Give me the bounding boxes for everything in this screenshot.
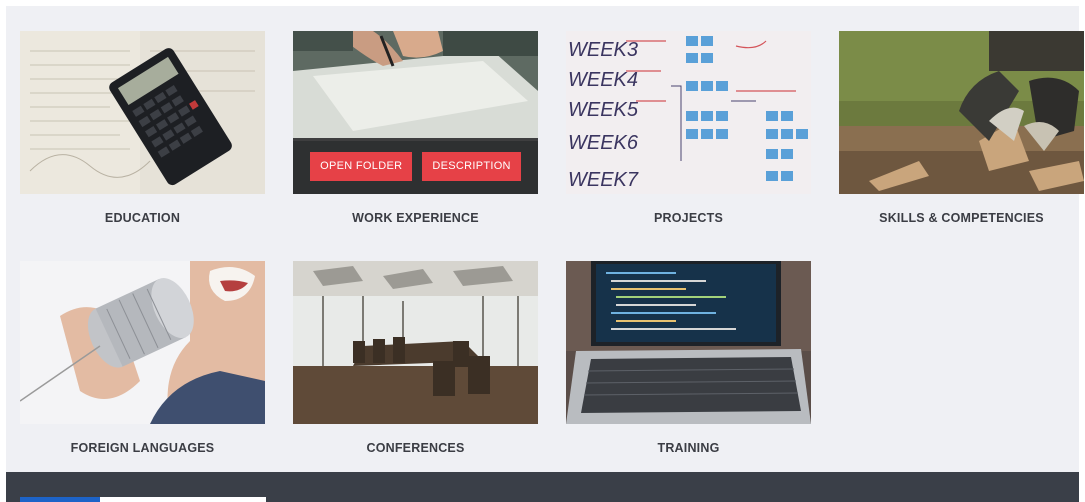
whiteboard-line: WEEK7 xyxy=(568,169,639,191)
card-caption: PROJECTS xyxy=(654,211,723,225)
card-caption: WORK EXPERIENCE xyxy=(352,211,479,225)
whiteboard-line: WEEK6 xyxy=(568,132,639,154)
card-education[interactable]: EDUCATION xyxy=(20,31,265,225)
card-work-experience[interactable]: OPEN FOLDER DESCRIPTION WORK EXPERIENCE xyxy=(293,31,538,225)
card-projects[interactable]: WEEK3 WEEK4 WEEK5 WEEK6 WEEK7 PROJECTS xyxy=(566,31,811,225)
whiteboard-line: WEEK4 xyxy=(568,69,638,91)
gloved-hands-image[interactable] xyxy=(839,31,1084,194)
card-caption: TRAINING xyxy=(657,441,720,455)
card-caption: SKILLS & COMPETENCIES xyxy=(879,211,1044,225)
portfolio-grid: EDUCATION OPEN FOLDER DESCRIPTION WORK E… xyxy=(6,6,1084,472)
card-caption: FOREIGN LANGUAGES xyxy=(70,441,215,455)
footer-tab-active[interactable] xyxy=(20,497,100,502)
tin-can-phone-image[interactable] xyxy=(20,261,265,424)
whiteboard-line: WEEK5 xyxy=(568,99,639,121)
card-caption: CONFERENCES xyxy=(366,441,465,455)
card-caption: EDUCATION xyxy=(104,211,181,225)
footer-bar xyxy=(6,472,1079,502)
card-foreign-languages[interactable]: FOREIGN LANGUAGES xyxy=(20,261,265,455)
open-folder-button[interactable]: OPEN FOLDER xyxy=(310,151,413,181)
card-hover-overlay: OPEN FOLDER DESCRIPTION xyxy=(293,138,538,194)
card-training[interactable]: TRAINING xyxy=(566,261,811,455)
footer-tab[interactable] xyxy=(100,497,266,502)
calculator-image[interactable] xyxy=(20,31,265,194)
whiteboard-line: WEEK3 xyxy=(568,39,638,61)
card-conferences[interactable]: CONFERENCES xyxy=(293,261,538,455)
writing-hands-image[interactable]: OPEN FOLDER DESCRIPTION xyxy=(293,31,538,194)
laptop-code-image[interactable] xyxy=(566,261,811,424)
whiteboard-image[interactable]: WEEK3 WEEK4 WEEK5 WEEK6 WEEK7 xyxy=(566,31,811,194)
description-button[interactable]: DESCRIPTION xyxy=(422,151,521,181)
card-skills-competencies[interactable]: SKILLS & COMPETENCIES xyxy=(839,31,1084,225)
conference-room-image[interactable] xyxy=(293,261,538,424)
